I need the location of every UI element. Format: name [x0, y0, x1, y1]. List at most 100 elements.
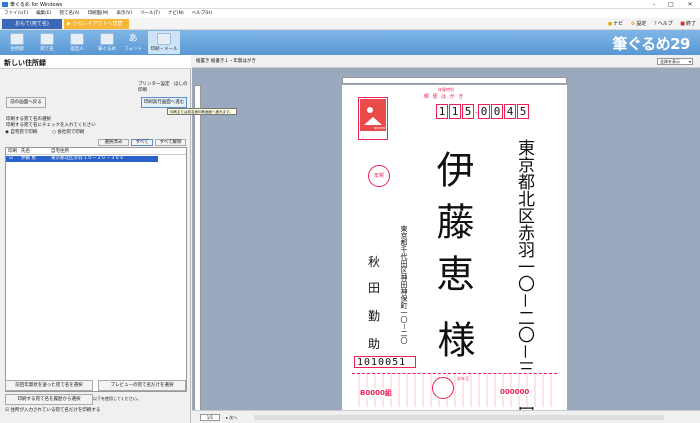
back-button[interactable]: 前の画面へ戻る [6, 97, 46, 108]
brand-logo: 筆ぐるめ29 [612, 35, 690, 53]
recipient-name[interactable]: 伊藤恵 [430, 150, 474, 306]
printer-setting[interactable]: プリンター設定 ほしの印刷 [138, 81, 190, 93]
app-icon [2, 2, 8, 7]
select-all-button[interactable]: すべて [131, 139, 153, 146]
exit-link[interactable]: 終了 [686, 21, 696, 27]
card-label: 郵 便 は が き [424, 94, 465, 100]
sender-icon [70, 33, 84, 45]
menu-help[interactable]: ヘルプ(H) [188, 9, 216, 18]
menu-address[interactable]: 宛て名(A) [55, 9, 83, 18]
tooltip: 印刷または宛名面印刷画面へ進みます。 [167, 108, 237, 115]
sender-postal[interactable]: 1010051 [354, 356, 416, 368]
printer-icon [157, 33, 171, 45]
address-table: 印刷 氏名 自宅住所 ☑ 伊藤 恵 東京都北区赤羽 1 0 − 2 0 − 3 … [5, 147, 187, 392]
window-title: 筆ぐるめ for Windows [10, 2, 63, 8]
row-address: 東京都北区赤羽 1 0 − 2 0 − 3 0 4 [51, 156, 123, 161]
recipient-icon [40, 33, 54, 45]
sender-name-2[interactable]: 田 [368, 279, 380, 296]
postal-digit: 1 [436, 104, 448, 119]
minimize-icon[interactable]: – [646, 0, 662, 9]
postal-code: 115-0045 [436, 104, 530, 119]
ribbon-address-book[interactable]: 住所録 [4, 31, 30, 54]
postal-digit: 5 [517, 104, 529, 119]
canvas-header: 縦置き 縦書き１・年賀はがき 全体を表示 ▾ [192, 55, 700, 68]
menu-edit[interactable]: 編集(E) [32, 9, 55, 18]
radio-office[interactable]: ○ 会社宛で印刷 [52, 129, 84, 135]
radio-office-icon: ○ [52, 130, 56, 135]
stamp: NIPPON [358, 97, 388, 140]
address-book-icon [10, 33, 24, 45]
menu-view[interactable]: 表示(V) [112, 9, 136, 18]
chevron-down-icon: ▾ [688, 59, 691, 64]
postcard: 年賀特別 郵 便 は が き NIPPON 年賀 115-0045 東京都北区赤… [342, 85, 567, 412]
checkbox-icon: ☑ [5, 408, 10, 413]
tab-ura-layout[interactable]: ▶ うらレイアウトへ切替 [64, 19, 129, 29]
postal-digit: 1 [449, 104, 461, 119]
prev-year-button[interactable]: 前回年賀状を送った宛て名を選択 [5, 380, 93, 391]
vertical-ruler [194, 85, 201, 412]
sender-name-1[interactable]: 秋 [368, 253, 380, 270]
sender-name-3[interactable]: 勤 [368, 307, 380, 324]
menu-bar: ファイル(F) 編集(E) 宛て名(A) 印刷面(M) 表示(V) ツール(T) ナビ(N)… [0, 9, 700, 18]
boar-icon [432, 377, 454, 399]
column-name: 氏名 [21, 149, 30, 154]
tab-omote[interactable]: おもて(宛て名) [2, 19, 62, 29]
title-bar: 筆ぐるめ for Windows – □ ✕ [0, 0, 700, 9]
nippon-text: NIPPON [374, 126, 386, 130]
postal-digit: 0 [478, 104, 490, 119]
lottery-left: B0000組 [360, 388, 392, 398]
brush-icon [100, 33, 114, 45]
zoom-select[interactable]: 全体を表示 ▾ [657, 58, 693, 65]
panel-title: 新しい住所録 [0, 55, 191, 69]
row-checkbox[interactable]: ☑ [9, 156, 13, 162]
lottery-right: 000000 [500, 388, 530, 396]
preview-select-button[interactable]: プレビューの宛て名だけを選択 [98, 380, 186, 391]
select-done-button[interactable]: 選択済み [98, 139, 129, 146]
instruction-text: 印刷する宛て名にチェックを入れてください [6, 123, 96, 128]
postal-digit: 4 [504, 104, 516, 119]
page-indicator: 1/1 [200, 414, 220, 421]
column-print: 印刷 [8, 149, 17, 154]
ribbon-font[interactable]: あフォント [120, 31, 146, 54]
row-name: 伊藤 恵 [21, 156, 36, 161]
page-navigation: 1/1 ▸ 次へ [192, 410, 700, 423]
print-panel: 新しい住所録 プリンター設定 ほしの印刷 前の画面へ戻る 印刷実行画面へ進む 印… [0, 55, 237, 423]
table-row[interactable]: ☑ 伊藤 恵 東京都北区赤羽 1 0 − 2 0 − 3 0 4 [6, 156, 158, 162]
radio-home[interactable]: ◉ 自宅宛で印刷 [5, 129, 37, 135]
close-icon[interactable]: ✕ [682, 0, 698, 9]
honorific: 様 [431, 320, 475, 358]
menu-tools[interactable]: ツール(T) [136, 9, 164, 18]
next-button[interactable]: 印刷実行画面へ進む [141, 97, 187, 108]
ribbon-sender[interactable]: 差出人 [64, 31, 90, 54]
horizontal-ruler [342, 77, 567, 84]
preview-canvas: 縦置き 縦書き１・年賀はがき 全体を表示 ▾ 年賀特別 郵 便 は が き NIP… [192, 55, 700, 423]
radio-home-icon: ◉ [5, 130, 9, 135]
settings-link[interactable]: 設定 [636, 21, 646, 27]
horizontal-scrollbar[interactable] [254, 415, 664, 420]
menu-print-side[interactable]: 印刷面(M) [84, 9, 113, 18]
history-button[interactable]: 印刷する宛て名を履歴から選択 [5, 394, 93, 405]
maximize-icon[interactable]: □ [663, 0, 679, 9]
fuji-stamp-icon: NIPPON [360, 99, 386, 131]
menu-file[interactable]: ファイル(F) [0, 9, 32, 18]
postal-digit: 5 [462, 104, 474, 119]
address-only-checkbox[interactable]: ☑ 住所が入力されている宛て名だけを印刷する [5, 407, 100, 413]
sender-name-4[interactable]: 助 [368, 335, 380, 352]
mode-bar: おもて(宛て名) ▶ うらレイアウトへ切替 [0, 18, 700, 30]
clear-all-button[interactable]: すべて解除 [155, 139, 186, 146]
lottery-area: B0000組 お年玉 000000 [352, 373, 557, 407]
ribbon-toolbar: 住所録 宛て名 差出人 筆ぐるめ あフォント 印刷・メール [0, 30, 700, 55]
next-page-button[interactable]: ▸ 次へ [226, 414, 237, 421]
nenga-mark: 年賀 [368, 165, 390, 187]
navi-link[interactable]: ナビ [613, 21, 623, 27]
ribbon-print-mail[interactable]: 印刷・メール [148, 31, 180, 54]
layout-label: 縦置き 縦書き１・年賀はがき [196, 59, 256, 64]
postal-digit: 0 [491, 104, 503, 119]
ribbon-fudegurume[interactable]: 筆ぐるめ [94, 31, 120, 54]
font-icon: あ [128, 34, 138, 44]
ribbon-recipient[interactable]: 宛て名 [34, 31, 60, 54]
menu-navi[interactable]: ナビ(N) [164, 9, 188, 18]
column-address: 自宅住所 [51, 149, 69, 154]
top-links: ●ナビ ⚙設定 ?ヘルプ ■終了 [607, 21, 696, 27]
help-link[interactable]: ヘルプ [658, 21, 673, 27]
